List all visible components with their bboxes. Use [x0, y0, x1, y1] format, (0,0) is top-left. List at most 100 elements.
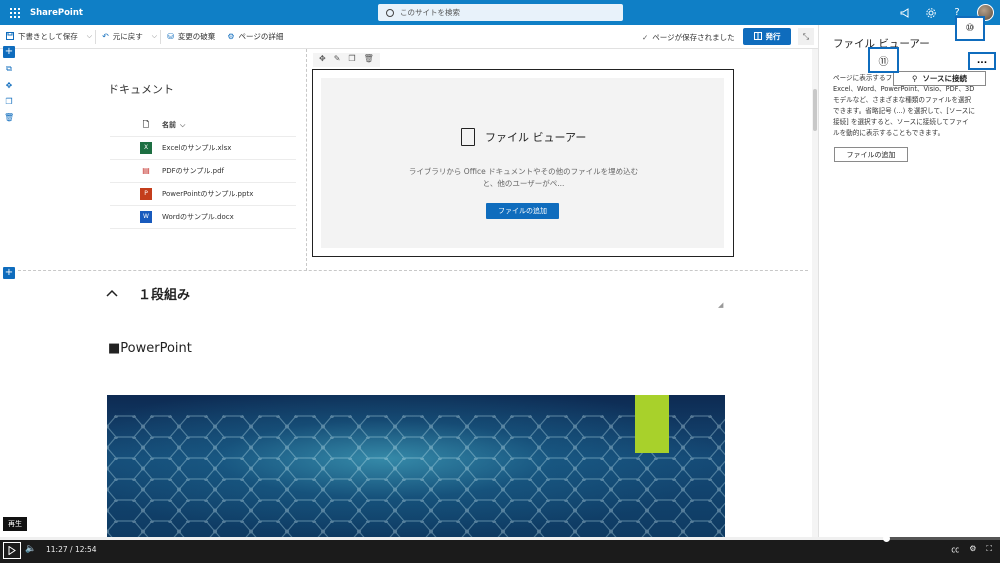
- undo-options-chevron-icon[interactable]: ⌵: [149, 32, 160, 41]
- undo-button[interactable]: ↶ 元に戻す: [96, 25, 149, 49]
- search-box[interactable]: このサイトを検索: [378, 4, 623, 21]
- file-viewer-header: ファイル ビューアー: [461, 128, 586, 146]
- document-list-header[interactable]: 🗋 名前 ⌵: [110, 114, 296, 137]
- connect-source-button[interactable]: ⚲ ソースに接続: [893, 71, 986, 86]
- excel-icon: X: [140, 142, 152, 154]
- file-viewer-title: ファイル ビューアー: [485, 131, 587, 144]
- file-viewer-webpart[interactable]: ファイル ビューアー ライブラリから Office ドキュメントやその他のファイ…: [312, 69, 734, 257]
- pdf-icon: ▤: [142, 166, 150, 175]
- search-icon: [386, 8, 394, 17]
- publish-button[interactable]: 発行: [743, 28, 791, 45]
- left-toolbox-rail: + ⧉ ✥ ❐ 🗑 +: [0, 46, 18, 537]
- document-list: 🗋 名前 ⌵ X Excelのサンプル.xlsx ▤ PDFのサンプル.pdf …: [110, 114, 296, 229]
- list-item[interactable]: W Wordのサンプル.docx: [110, 206, 296, 229]
- suite-bar: SharePoint このサイトを検索 ?: [0, 0, 1000, 25]
- save-icon: [6, 31, 14, 42]
- add-file-button[interactable]: ファイルの追加: [486, 203, 559, 219]
- save-options-chevron-icon[interactable]: ⌵: [84, 32, 95, 41]
- page-canvas: ドキュメント 🗋 名前 ⌵ X Excelのサンプル.xlsx ▤ PDFのサン…: [18, 49, 808, 537]
- document-library-title: ドキュメント: [108, 83, 174, 96]
- progress-track[interactable]: [0, 535, 1000, 542]
- chevron-up-icon[interactable]: [106, 287, 118, 300]
- time-display: 11:27 / 12:54: [46, 545, 97, 554]
- pane-add-file-button[interactable]: ファイルの追加: [834, 147, 908, 162]
- edit-section-icon[interactable]: ⧉: [4, 64, 14, 74]
- webpart-toolbar: ✥ ✎ ❐ 🗑: [313, 53, 380, 67]
- move-section-icon[interactable]: ✥: [4, 81, 14, 91]
- save-status: ✓ ページが保存されました: [642, 25, 735, 49]
- callout-11: ⑪: [868, 47, 899, 73]
- add-section-button-2[interactable]: +: [3, 267, 15, 279]
- volume-icon[interactable]: 🔈: [25, 544, 36, 554]
- page-details-button[interactable]: ⚙ ページの詳細: [221, 25, 289, 49]
- sort-chevron-icon: ⌵: [180, 120, 186, 129]
- app-launcher-icon[interactable]: [4, 0, 26, 25]
- file-viewer-placeholder: ファイル ビューアー ライブラリから Office ドキュメントやその他のファイ…: [321, 78, 724, 248]
- section-heading: １段組み: [138, 288, 191, 303]
- publish-label: 発行: [765, 32, 781, 41]
- discard-icon: ⛁: [167, 32, 174, 41]
- megaphone-icon[interactable]: [899, 7, 911, 19]
- description-line: ルを動的に表示することもできます。: [833, 129, 945, 137]
- list-item[interactable]: ▤ PDFのサンプル.pdf: [110, 160, 296, 183]
- move-icon[interactable]: ✥: [319, 54, 326, 66]
- app-name[interactable]: SharePoint: [30, 8, 83, 18]
- add-section-button[interactable]: +: [3, 46, 15, 58]
- progress-fill: [0, 537, 886, 540]
- checkmark-icon: ✓: [642, 32, 649, 42]
- list-item[interactable]: P PowerPointのサンプル.pptx: [110, 183, 296, 206]
- resize-handle-icon[interactable]: ◢: [718, 301, 723, 309]
- settings-gear-icon[interactable]: ⚙: [969, 544, 976, 555]
- scrollbar-thumb[interactable]: [813, 89, 817, 131]
- search-placeholder: このサイトを検索: [400, 8, 460, 17]
- edit-pencil-icon[interactable]: ✎: [334, 54, 341, 66]
- undo-label: 元に戻す: [112, 32, 143, 41]
- discard-label: 変更の破棄: [177, 32, 216, 41]
- collapse-pane-icon[interactable]: ⤡: [798, 28, 814, 45]
- publish-icon: [753, 31, 762, 42]
- document-name: Wordのサンプル.docx: [162, 213, 234, 221]
- file-type-icon: 🗋: [142, 120, 150, 129]
- save-draft-button[interactable]: 下書きとして保存: [0, 25, 84, 49]
- word-icon: W: [140, 211, 152, 223]
- list-item[interactable]: X Excelのサンプル.xlsx: [110, 137, 296, 160]
- duplicate-icon[interactable]: ❐: [348, 54, 355, 66]
- save-draft-label: 下書きとして保存: [18, 32, 78, 41]
- command-bar: 下書きとして保存 ⌵ ↶ 元に戻す ⌵ ⛁ 変更の破棄 ⚙ ページの詳細 ✓ ペ…: [0, 25, 818, 49]
- document-name: PDFのサンプル.pdf: [162, 167, 225, 175]
- video-right-controls: ㏄ ⚙ ⛶: [951, 544, 992, 555]
- file-viewer-description-line2: と、他のユーザーがペ...: [482, 179, 565, 188]
- total-time: 12:54: [74, 545, 97, 554]
- document-name: PowerPointのサンプル.pptx: [162, 190, 254, 198]
- page-details-label: ページの詳細: [238, 32, 284, 41]
- more-options-button[interactable]: ...: [968, 52, 996, 70]
- duplicate-section-icon[interactable]: ❐: [4, 97, 14, 107]
- document-icon: [461, 128, 475, 146]
- molecule-mesh-graphic: [107, 415, 725, 537]
- delete-icon[interactable]: 🗑: [364, 54, 374, 66]
- description-line: できます。省略記号 (...) を選択して、[ソースに: [833, 107, 975, 115]
- progress-knob[interactable]: [883, 535, 890, 542]
- gear-icon[interactable]: [925, 7, 937, 19]
- powerpoint-icon: P: [140, 188, 152, 200]
- callout-10: ⑩: [955, 16, 985, 41]
- time-separator: /: [70, 545, 73, 554]
- delete-section-icon[interactable]: 🗑: [4, 113, 14, 123]
- description-line: 接続] を選択すると、ソースに接続してファイ: [833, 118, 969, 126]
- powerpoint-preview-image[interactable]: [107, 395, 725, 537]
- settings-icon: ⚙: [227, 32, 235, 41]
- undo-icon: ↶: [102, 32, 109, 41]
- screen: SharePoint このサイトを検索 ? 下書きとして保存 ⌵ ↶ 元に戻す …: [0, 0, 1000, 563]
- play-button[interactable]: [3, 542, 21, 559]
- captions-icon[interactable]: ㏄: [951, 544, 959, 555]
- collapsible-section-header[interactable]: １段組み: [106, 284, 190, 303]
- property-pane: ファイル ビューアー ページに表示するファイ Excel、Word、PowerP…: [818, 25, 1000, 537]
- connect-source-label: ソースに接続: [922, 74, 968, 83]
- discard-changes-button[interactable]: ⛁ 変更の破棄: [161, 25, 221, 49]
- play-icon: [8, 546, 16, 555]
- file-viewer-description-line1: ライブラリから Office ドキュメントやその他のファイルを埋め込む: [408, 167, 639, 176]
- file-viewer-description: ライブラリから Office ドキュメントやその他のファイルを埋め込む と、他の…: [381, 166, 666, 190]
- fullscreen-icon[interactable]: ⛶: [986, 544, 992, 555]
- column-name-header: 名前: [162, 121, 176, 129]
- powerpoint-heading-text: ■PowerPoint: [108, 341, 192, 356]
